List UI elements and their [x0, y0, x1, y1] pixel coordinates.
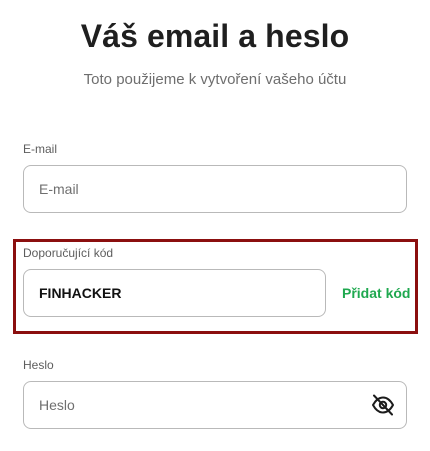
signup-form: Váš email a heslo Toto použijeme k vytvo… — [0, 0, 430, 451]
page-title: Váš email a heslo — [80, 18, 350, 54]
referral-code-label: Doporučující kód — [23, 246, 114, 260]
password-label: Heslo — [23, 358, 54, 372]
email-label: E-mail — [23, 142, 58, 156]
page-subtitle: Toto použijeme k vytvoření vašeho účtu — [83, 71, 347, 88]
eye-off-icon[interactable] — [371, 394, 395, 416]
email-field[interactable] — [23, 165, 407, 213]
password-field[interactable] — [23, 381, 407, 429]
referral-code-field[interactable] — [23, 269, 326, 317]
add-code-link[interactable]: Přidat kód — [342, 285, 410, 301]
